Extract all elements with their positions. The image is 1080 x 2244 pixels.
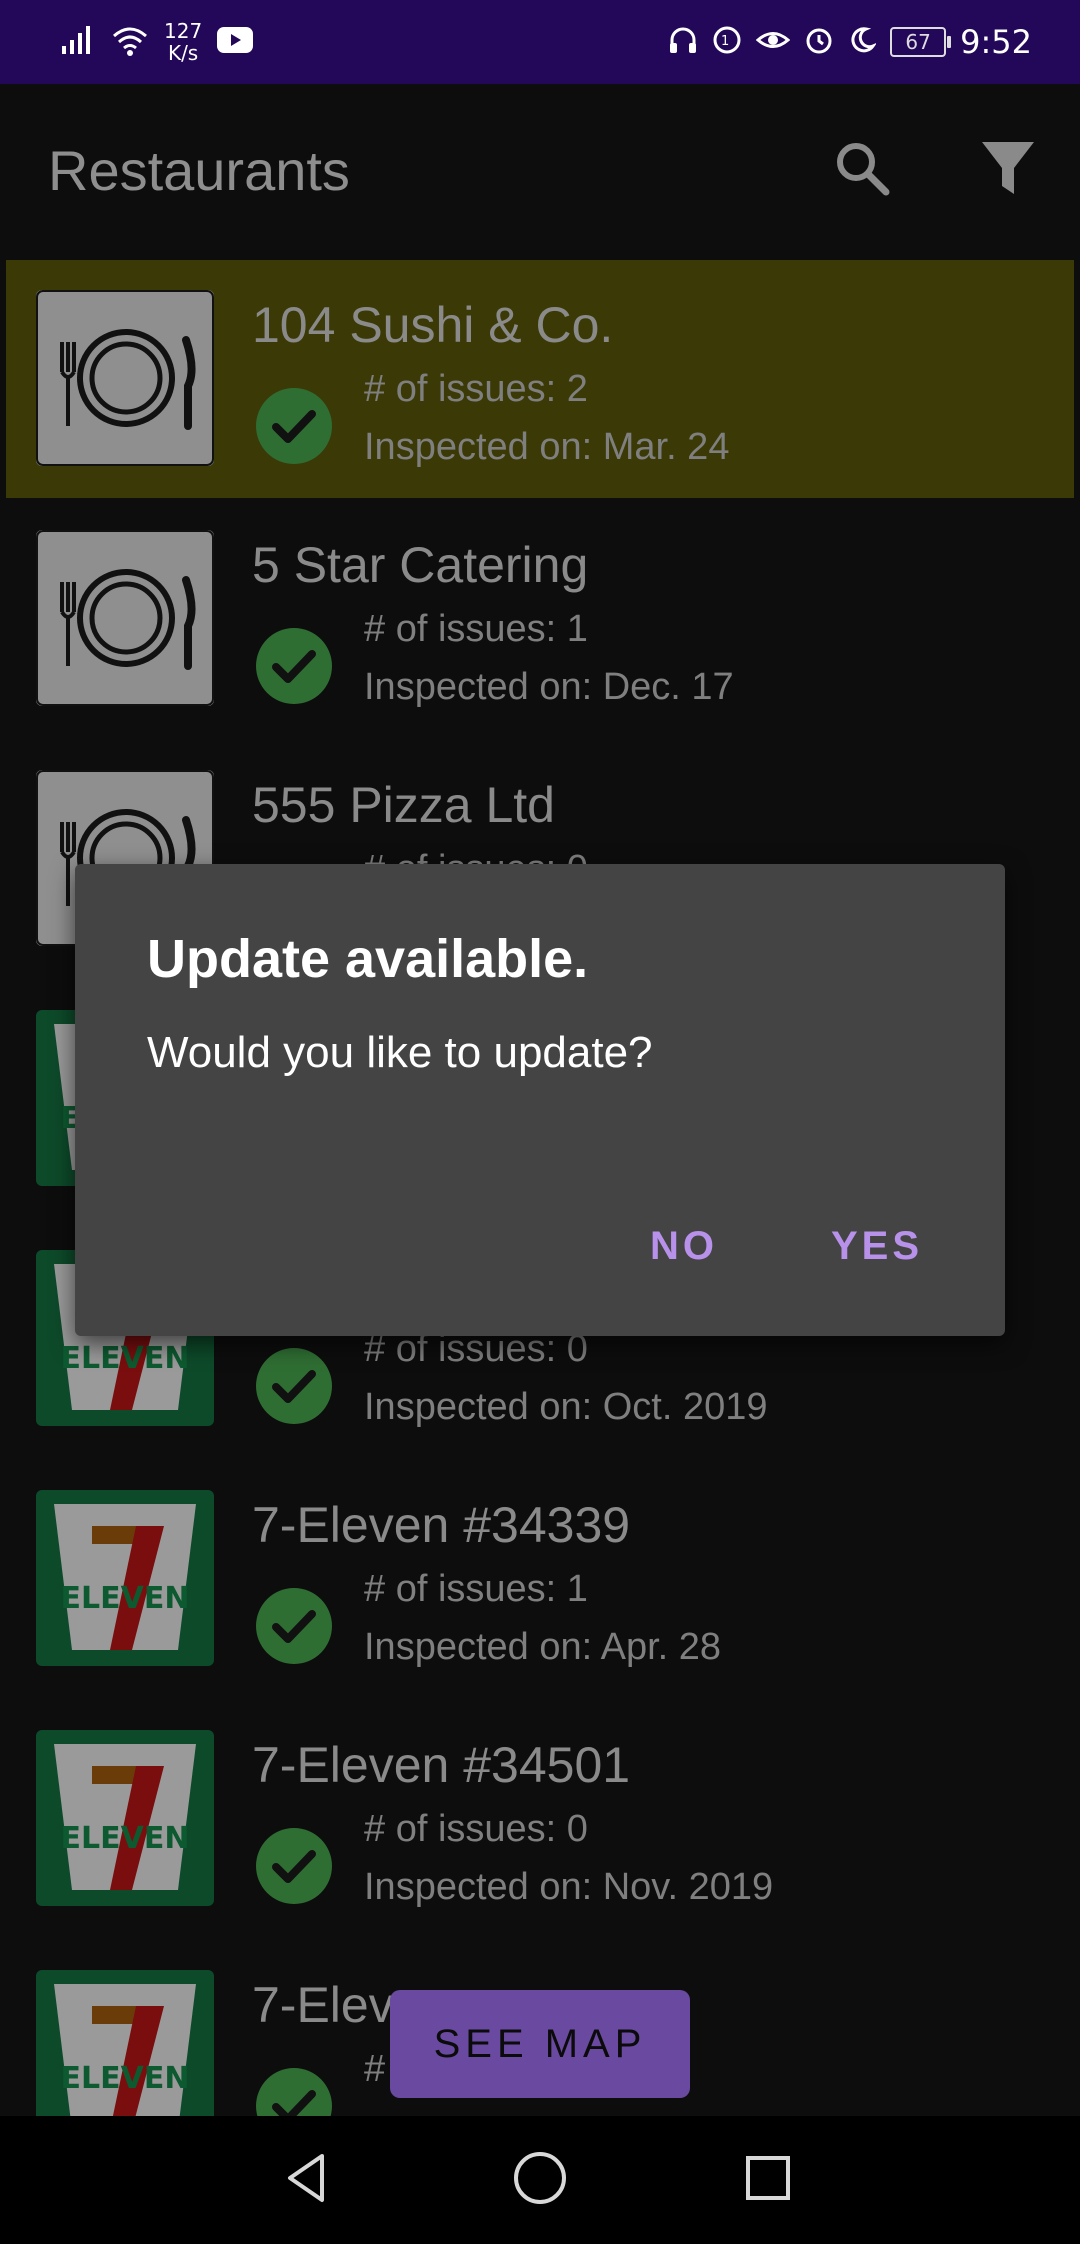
seven-eleven-logo: ELEVEN <box>36 1730 214 1906</box>
yes-button[interactable]: YES <box>831 1224 923 1269</box>
check-icon <box>256 628 332 704</box>
inspection-date: Inspected on: Apr. 28 <box>364 1626 722 1668</box>
seven-eleven-logo: ELEVEN <box>36 1970 214 2116</box>
signal-icon <box>60 24 96 60</box>
dialog-message: Would you like to update? <box>147 1028 653 1077</box>
update-dialog: Update available. Would you like to upda… <box>75 864 1005 1336</box>
inspection-date: Inspected on: Mar. 24 <box>364 426 730 468</box>
eye-icon <box>755 27 791 57</box>
check-icon <box>256 1828 332 1904</box>
svg-text:ELEVEN: ELEVEN <box>61 2061 190 2096</box>
see-map-button[interactable]: SEE MAP <box>390 1990 690 2098</box>
home-icon[interactable] <box>508 2146 572 2210</box>
no-button[interactable]: NO <box>650 1224 718 1269</box>
restaurant-name: 7-Eleven #34339 <box>252 1497 631 1553</box>
clock: 9:52 <box>960 23 1032 61</box>
issues-count: # of issues: 1 <box>364 1568 588 1610</box>
status-bar: 127 K/s 1 67 9:52 <box>0 0 1080 84</box>
data-saver-icon: 1 <box>712 25 742 59</box>
restaurant-row[interactable]: 104 Sushi & Co. # of issues: 2 Inspected o… <box>6 260 1074 498</box>
svg-text:ELEVEN: ELEVEN <box>61 1581 190 1616</box>
svg-text:ELEVEN: ELEVEN <box>61 1341 190 1376</box>
restaurant-name: 555 Pizza Ltd <box>252 777 555 833</box>
headphones-icon <box>668 25 698 59</box>
inspection-date: Inspected on: Oct. 2019 <box>364 1386 768 1428</box>
battery-indicator: 67 <box>890 27 952 57</box>
inspection-date: Inspected on: Dec. 17 <box>364 666 734 708</box>
issues-count: # of issues: 2 <box>364 368 588 410</box>
recents-icon[interactable] <box>736 2146 800 2210</box>
network-speed: 127 K/s <box>164 20 202 64</box>
search-icon[interactable] <box>830 136 894 200</box>
restaurant-name: 5 Star Catering <box>252 537 589 593</box>
check-icon <box>256 1348 332 1424</box>
inspection-date: Inspected on: Nov. 2019 <box>364 1866 774 1908</box>
plate-icon <box>36 290 214 466</box>
network-speed-unit: K/s <box>167 41 199 65</box>
alarm-icon <box>804 25 834 59</box>
navigation-bar <box>0 2116 1080 2244</box>
wifi-icon <box>110 24 150 60</box>
restaurant-row[interactable]: 5 Star Catering # of issues: 1 Inspected o… <box>6 500 1074 738</box>
svg-text:1: 1 <box>721 34 729 49</box>
app-bar: Restaurants <box>0 84 1080 256</box>
youtube-icon <box>216 26 254 58</box>
issues-count: # <box>364 2048 386 2090</box>
check-icon <box>256 2068 332 2116</box>
moon-icon <box>848 26 878 58</box>
network-speed-value: 127 <box>164 19 203 43</box>
back-icon[interactable] <box>276 2146 340 2210</box>
dialog-title: Update available. <box>147 929 589 989</box>
restaurant-name: 7-Eleven #34501 <box>252 1737 631 1793</box>
seven-eleven-logo: ELEVEN <box>36 1490 214 1666</box>
restaurant-name: 7-Elev <box>252 1977 394 2033</box>
filter-icon[interactable] <box>976 136 1040 200</box>
issues-count: # of issues: 1 <box>364 608 588 650</box>
restaurant-row[interactable]: ELEVEN 7-Eleven #34501 # of issues: 0 Inspe… <box>6 1700 1074 1938</box>
issues-count: # of issues: 0 <box>364 1808 588 1850</box>
svg-text:ELEVEN: ELEVEN <box>61 1821 190 1856</box>
restaurant-row[interactable]: ELEVEN 7-Eleven #34339 # of issues: 1 Inspe… <box>6 1460 1074 1698</box>
check-icon <box>256 388 332 464</box>
page-title: Restaurants <box>48 139 350 202</box>
restaurant-name: 104 Sushi & Co. <box>252 297 614 353</box>
plate-icon <box>36 530 214 706</box>
check-icon <box>256 1588 332 1664</box>
